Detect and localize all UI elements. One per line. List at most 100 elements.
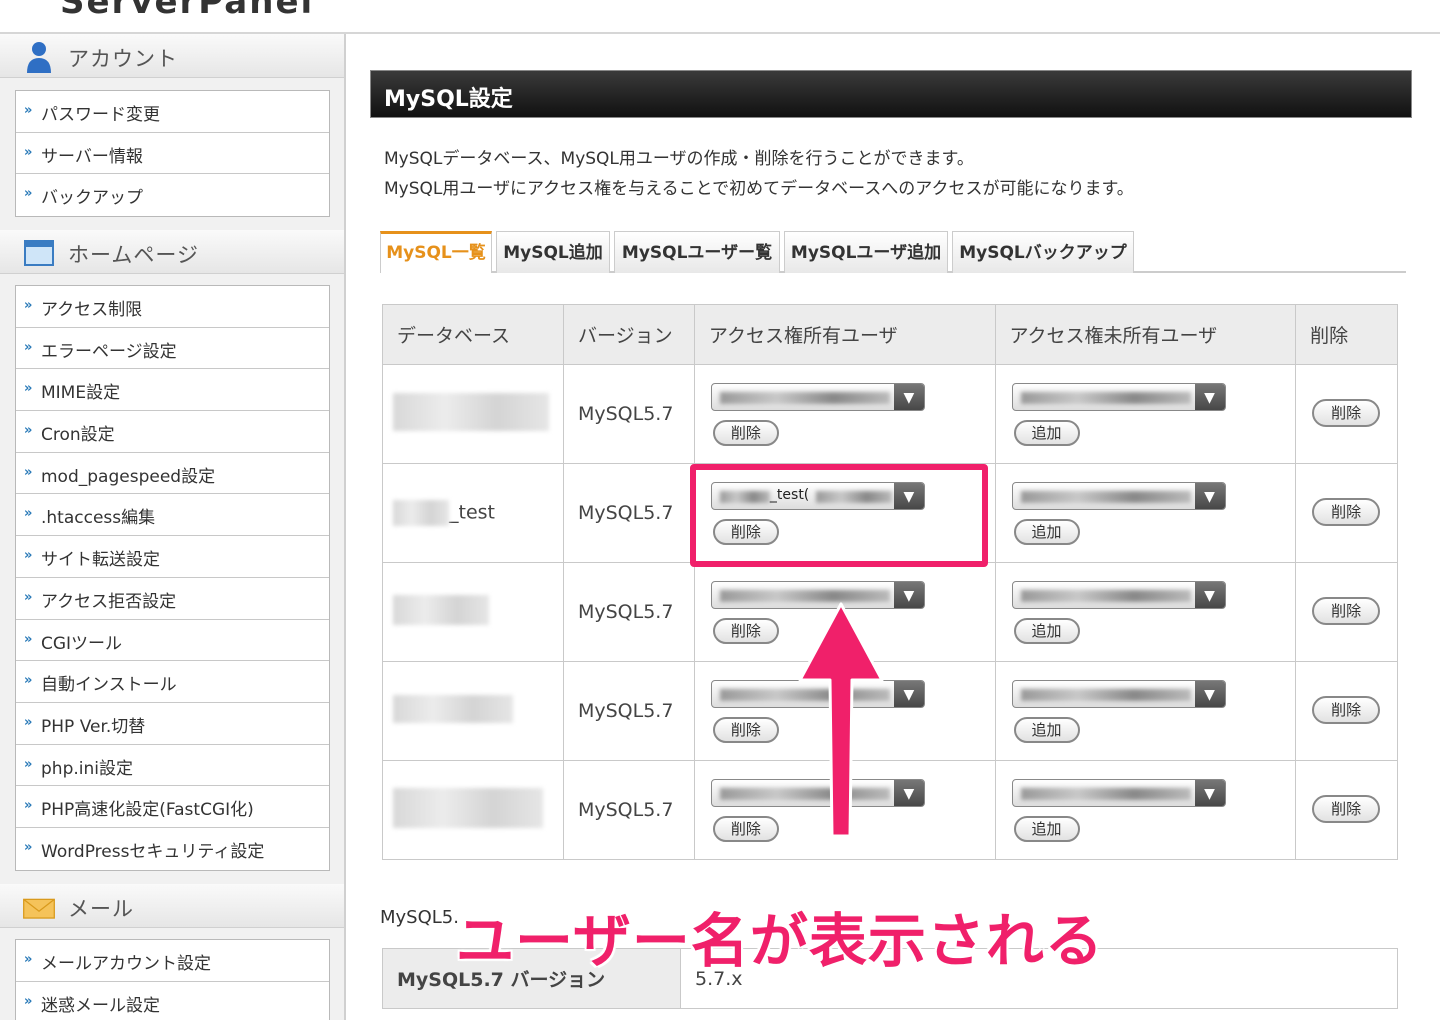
add-access-button[interactable]: 追加: [1013, 519, 1080, 545]
redacted-text: [1020, 590, 1191, 602]
database-name: [382, 661, 564, 761]
sidebar-item[interactable]: » WordPressセキュリティ設定: [16, 828, 329, 870]
sidebar-item[interactable]: » 自動インストール: [16, 661, 329, 703]
page-title-bar: MySQL設定: [370, 70, 1412, 118]
sidebar-item[interactable]: » php.ini設定: [16, 745, 329, 787]
tab-bar: MySQL一覧 MySQL追加 MySQLユーザー覧 MySQLユーザ追加 My…: [380, 231, 1406, 273]
sidebar-item[interactable]: » アクセス拒否設定: [16, 578, 329, 620]
tab-mysql-user-add[interactable]: MySQLユーザ追加: [784, 231, 948, 273]
sidebar-item[interactable]: » バックアップ: [16, 174, 329, 216]
tab-mysql-user-list[interactable]: MySQLユーザー覧: [614, 231, 780, 273]
non-owner-user-cell: ▼ 追加: [994, 364, 1297, 464]
remove-access-button[interactable]: 削除: [712, 816, 779, 842]
arrow-icon: »: [24, 381, 33, 397]
non-owner-user-cell: ▼ 追加: [994, 463, 1297, 563]
sidebar-section-mail: メール: [0, 884, 344, 928]
arrow-icon: »: [24, 631, 33, 647]
sidebar-item[interactable]: » MIME設定: [16, 369, 329, 412]
arrow-icon: »: [24, 103, 33, 118]
delete-database-button[interactable]: 削除: [1312, 399, 1381, 427]
tab-mysql-add[interactable]: MySQL追加: [496, 231, 610, 273]
table-row: MySQL5.7 ▼ 削除 ▼ 追加 削除: [382, 562, 1398, 662]
redacted-text: [1020, 491, 1191, 503]
delete-database-button[interactable]: 削除: [1312, 696, 1381, 724]
add-access-button[interactable]: 追加: [1013, 816, 1080, 842]
delete-cell: 削除: [1295, 364, 1398, 464]
dropdown-arrow-icon: ▼: [893, 780, 924, 806]
redacted-text: [393, 787, 543, 828]
sidebar-item[interactable]: » mod_pagespeed設定: [16, 453, 329, 495]
sidebar-item[interactable]: » CGIツール: [16, 620, 329, 662]
tab-mysql-list[interactable]: MySQL一覧: [380, 231, 492, 273]
delete-database-button[interactable]: 削除: [1312, 795, 1381, 823]
version-cell: MySQL5.7: [562, 463, 695, 563]
non-owner-user-cell: ▼ 追加: [994, 562, 1297, 662]
delete-cell: 削除: [1295, 760, 1398, 860]
database-name: _test: [382, 463, 564, 563]
arrow-icon: »: [24, 589, 33, 605]
delete-cell: 削除: [1295, 562, 1398, 662]
description-line: MySQL用ユーザにアクセス権を与えることで初めてデータベースへのアクセスが可能…: [384, 179, 1134, 199]
database-name: [382, 760, 564, 860]
arrow-icon: »: [24, 298, 33, 313]
redacted-text: [1020, 392, 1191, 404]
redacted-text: [393, 694, 513, 723]
add-access-button[interactable]: 追加: [1013, 420, 1080, 446]
remove-access-button[interactable]: 削除: [712, 420, 779, 446]
redacted-text: [393, 500, 449, 526]
redacted-text: [393, 392, 549, 431]
sidebar-item[interactable]: » アクセス制限: [16, 286, 329, 328]
non-owner-user-select[interactable]: ▼: [1011, 779, 1226, 807]
description-line: MySQLデータベース、MySQL用ユーザの作成・削除を行うことができます。: [384, 149, 974, 169]
version-cell: MySQL5.7: [562, 364, 695, 464]
column-header: 削除: [1295, 304, 1398, 365]
non-owner-user-select[interactable]: ▼: [1011, 581, 1226, 609]
redacted-text: [1020, 788, 1191, 800]
remove-access-button[interactable]: 削除: [712, 618, 779, 644]
mail-icon: [23, 898, 55, 919]
arrow-icon: »: [24, 993, 33, 1009]
non-owner-user-select[interactable]: ▼: [1011, 383, 1226, 411]
version-cell: MySQL5.7: [562, 562, 695, 662]
owner-user-select[interactable]: ▼: [710, 383, 925, 411]
annotation-caption: ユーザー名が表示される: [456, 907, 1104, 975]
delete-database-button[interactable]: 削除: [1312, 597, 1381, 625]
sidebar-item[interactable]: » .htaccess編集: [16, 494, 329, 537]
dropdown-arrow-icon: ▼: [893, 582, 924, 608]
delete-database-button[interactable]: 削除: [1312, 498, 1381, 526]
non-owner-user-select[interactable]: ▼: [1011, 482, 1226, 510]
redacted-text: [393, 594, 489, 625]
arrow-icon: »: [24, 506, 33, 522]
sidebar-item[interactable]: » メールアカウント設定: [16, 940, 329, 982]
sidebar-item[interactable]: » エラーページ設定: [16, 328, 329, 370]
database-name: [382, 562, 564, 662]
column-header: データベース: [382, 304, 564, 365]
redacted-text: [1020, 689, 1191, 701]
arrow-icon: »: [24, 839, 33, 855]
arrow-icon: »: [24, 756, 33, 772]
version-cell: MySQL5.7: [562, 661, 695, 761]
table-row: MySQL5.7 ▼ 削除 ▼ 追加 削除: [382, 364, 1398, 464]
add-access-button[interactable]: 追加: [1013, 618, 1080, 644]
database-name: [382, 364, 564, 464]
arrow-icon: »: [24, 673, 33, 689]
table-row: MySQL5.7 ▼ 削除 ▼ 追加 削除: [382, 760, 1398, 860]
column-header: バージョン: [562, 304, 695, 365]
add-access-button[interactable]: 追加: [1013, 717, 1080, 743]
remove-access-button[interactable]: 削除: [712, 717, 779, 743]
non-owner-user-select[interactable]: ▼: [1011, 680, 1226, 708]
sidebar-item[interactable]: » パスワード変更: [16, 91, 329, 133]
arrow-icon: »: [24, 186, 33, 202]
homepage-icon: [24, 240, 54, 266]
sidebar-menu-homepage: » アクセス制限 » エラーページ設定 » MIME設定 » Cron設定 » mod_p…: [15, 285, 330, 871]
sidebar-item[interactable]: » サーバー情報: [16, 133, 329, 175]
sidebar-item[interactable]: » Cron設定: [16, 411, 329, 453]
tab-mysql-backup[interactable]: MySQLバックアップ: [952, 231, 1134, 273]
owner-user-cell: ▼ 削除: [693, 364, 996, 464]
sidebar-item[interactable]: » 迷惑メール設定: [16, 982, 329, 1020]
sidebar-item[interactable]: » サイト転送設定: [16, 536, 329, 578]
page-title: MySQL設定: [384, 87, 513, 112]
sidebar-item[interactable]: » PHP Ver.切替: [16, 703, 329, 745]
sidebar-item[interactable]: » PHP高速化設定(FastCGI化): [16, 786, 329, 828]
arrow-icon: »: [24, 548, 33, 564]
